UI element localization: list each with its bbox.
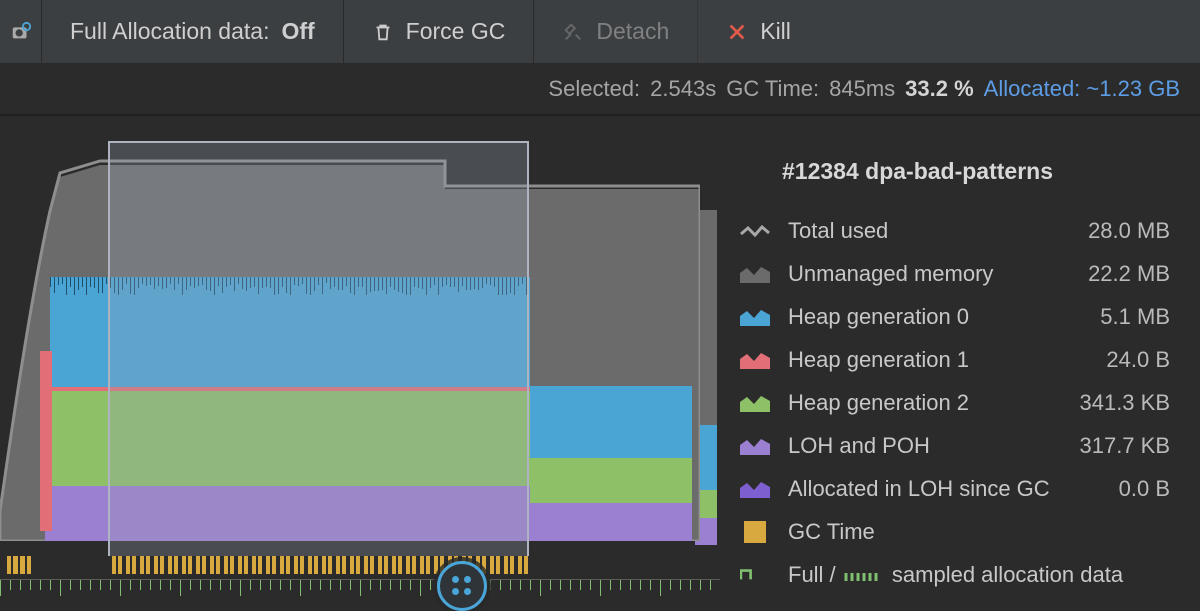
total-used-value: 28.0 MB xyxy=(1088,218,1170,244)
legend-row-gen0[interactable]: Heap generation 05.1 MB xyxy=(740,295,1170,338)
unmanaged-swatch-icon xyxy=(740,263,770,285)
loh-swatch-icon xyxy=(740,435,770,457)
selected-label: Selected: xyxy=(548,76,640,102)
gen1-label: Heap generation 1 xyxy=(788,347,1106,373)
kill-button[interactable]: Kill xyxy=(698,0,819,63)
unmanaged-label: Unmanaged memory xyxy=(788,261,1088,287)
toolbar: Full Allocation data: Off Force GC Detac… xyxy=(0,0,1200,64)
loh-since-label: Allocated in LOH since GC xyxy=(788,476,1119,502)
sampled-label: Full / sampled allocation data xyxy=(788,562,1170,588)
gen0-swatch-icon xyxy=(740,306,770,328)
status-bar: Selected: 2.543s GC Time: 845ms 33.2 % A… xyxy=(0,64,1200,116)
gc-time-label: GC Time xyxy=(788,519,1170,545)
grid-icon xyxy=(452,576,472,596)
allocated-text: Allocated: ~1.23 GB xyxy=(984,76,1180,102)
gc-tick-row xyxy=(0,554,700,576)
trash-icon xyxy=(372,21,394,43)
total-used-label: Total used xyxy=(788,218,1088,244)
legend-row-gen2[interactable]: Heap generation 2341.3 KB xyxy=(740,381,1170,424)
time-axis xyxy=(0,579,720,607)
loh-label: LOH and POH xyxy=(788,433,1079,459)
gc-percent: 33.2 % xyxy=(905,76,974,102)
content-area: #12384 dpa-bad-patterns Total used28.0 M… xyxy=(0,116,1200,601)
chart-panel[interactable] xyxy=(0,116,720,601)
gen1-swatch-icon xyxy=(740,349,770,371)
gen0-label: Heap generation 0 xyxy=(788,304,1100,330)
unplug-icon xyxy=(562,21,584,43)
gc-time-value: 845ms xyxy=(829,76,895,102)
gen2-swatch-icon xyxy=(740,392,770,414)
legend-row-total-used[interactable]: Total used28.0 MB xyxy=(740,209,1170,252)
selected-time: 2.543s xyxy=(650,76,716,102)
detach-button: Detach xyxy=(534,0,698,63)
legend-row-sampled[interactable]: Full / sampled allocation data xyxy=(740,553,1170,596)
legend-row-loh-since[interactable]: Allocated in LOH since GC0.0 B xyxy=(740,467,1170,510)
gen1-value: 24.0 B xyxy=(1106,347,1170,373)
gc-time-label: GC Time: xyxy=(726,76,819,102)
unmanaged-value: 22.2 MB xyxy=(1088,261,1170,287)
force-gc-button[interactable]: Force GC xyxy=(344,0,535,63)
gen0-value: 5.1 MB xyxy=(1100,304,1170,330)
loh-since-swatch-icon xyxy=(740,478,770,500)
legend-row-gen1[interactable]: Heap generation 124.0 B xyxy=(740,338,1170,381)
settings-button[interactable] xyxy=(0,0,42,63)
legend-row-unmanaged[interactable]: Unmanaged memory22.2 MB xyxy=(740,252,1170,295)
gc-time-swatch-icon xyxy=(740,521,770,543)
legend-row-loh[interactable]: LOH and POH317.7 KB xyxy=(740,424,1170,467)
total-used-swatch-icon xyxy=(740,220,770,242)
allocation-label: Full Allocation data: xyxy=(70,18,269,45)
snapshot-button[interactable] xyxy=(437,561,487,611)
gen2-value: 341.3 KB xyxy=(1079,390,1170,416)
full-allocation-toggle[interactable]: Full Allocation data: Off xyxy=(42,0,344,63)
time-selection[interactable] xyxy=(108,141,529,556)
camera-gear-icon xyxy=(10,21,32,43)
gen2-label: Heap generation 2 xyxy=(788,390,1079,416)
sampled-swatch-icon xyxy=(740,564,770,586)
close-x-icon xyxy=(726,21,748,43)
session-title: #12384 dpa-bad-patterns xyxy=(740,158,1170,185)
legend-panel: #12384 dpa-bad-patterns Total used28.0 M… xyxy=(720,116,1200,601)
loh-since-value: 0.0 B xyxy=(1119,476,1170,502)
legend-row-gc-time[interactable]: GC Time xyxy=(740,510,1170,553)
loh-value: 317.7 KB xyxy=(1079,433,1170,459)
allocation-state: Off xyxy=(281,18,314,45)
